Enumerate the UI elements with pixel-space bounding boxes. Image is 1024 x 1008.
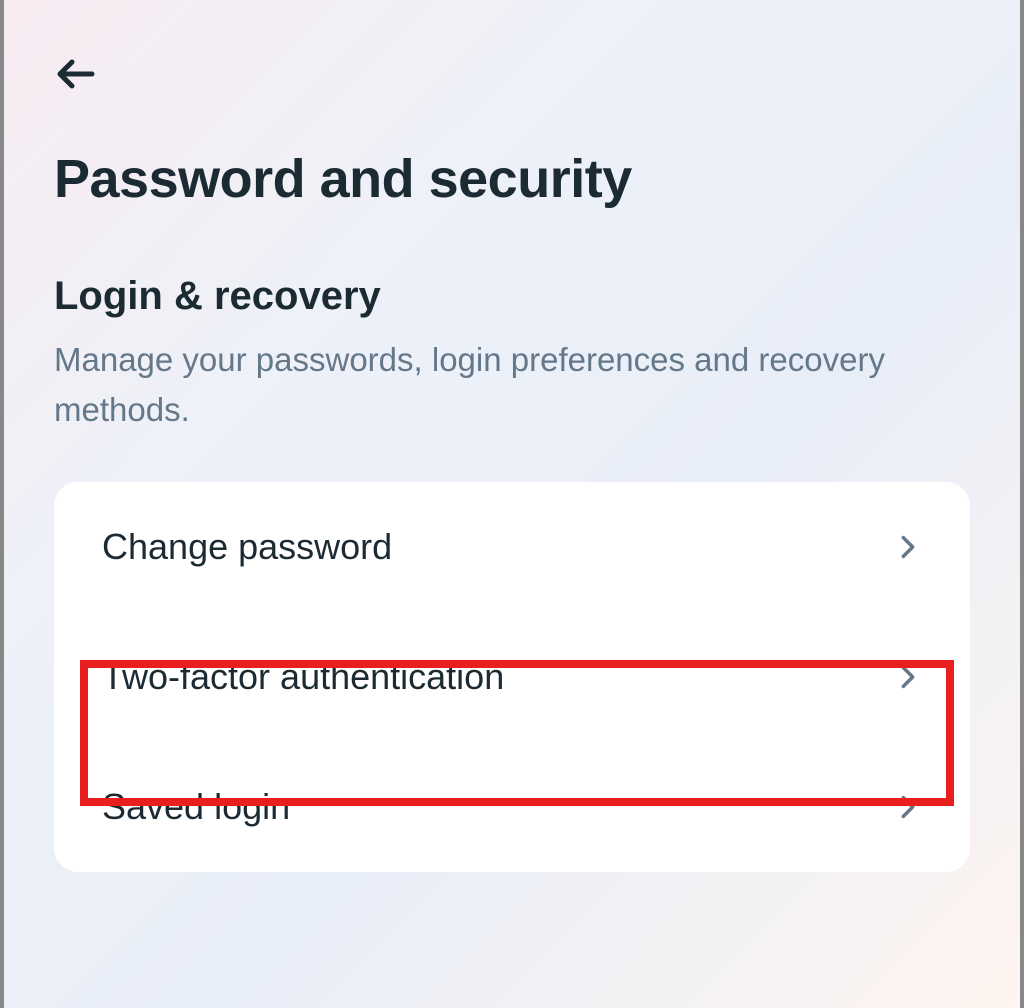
menu-item-label: Two-factor authentication xyxy=(102,656,504,698)
menu-item-label: Change password xyxy=(102,526,392,568)
section-title: Login & recovery xyxy=(54,274,970,319)
chevron-right-icon xyxy=(894,663,922,691)
section-description: Manage your passwords, login preferences… xyxy=(54,335,970,434)
menu-item-change-password[interactable]: Change password xyxy=(54,482,970,612)
back-button[interactable] xyxy=(52,50,100,98)
arrow-left-icon xyxy=(52,50,100,98)
menu-card: Change password Two-factor authenticatio… xyxy=(54,482,970,872)
menu-item-label: Saved login xyxy=(102,786,290,828)
menu-item-two-factor[interactable]: Two-factor authentication xyxy=(54,612,970,742)
settings-page: Password and security Login & recovery M… xyxy=(4,0,1020,1008)
page-title: Password and security xyxy=(54,148,970,210)
chevron-right-icon xyxy=(894,533,922,561)
menu-item-saved-login[interactable]: Saved login xyxy=(54,742,970,872)
chevron-right-icon xyxy=(894,793,922,821)
